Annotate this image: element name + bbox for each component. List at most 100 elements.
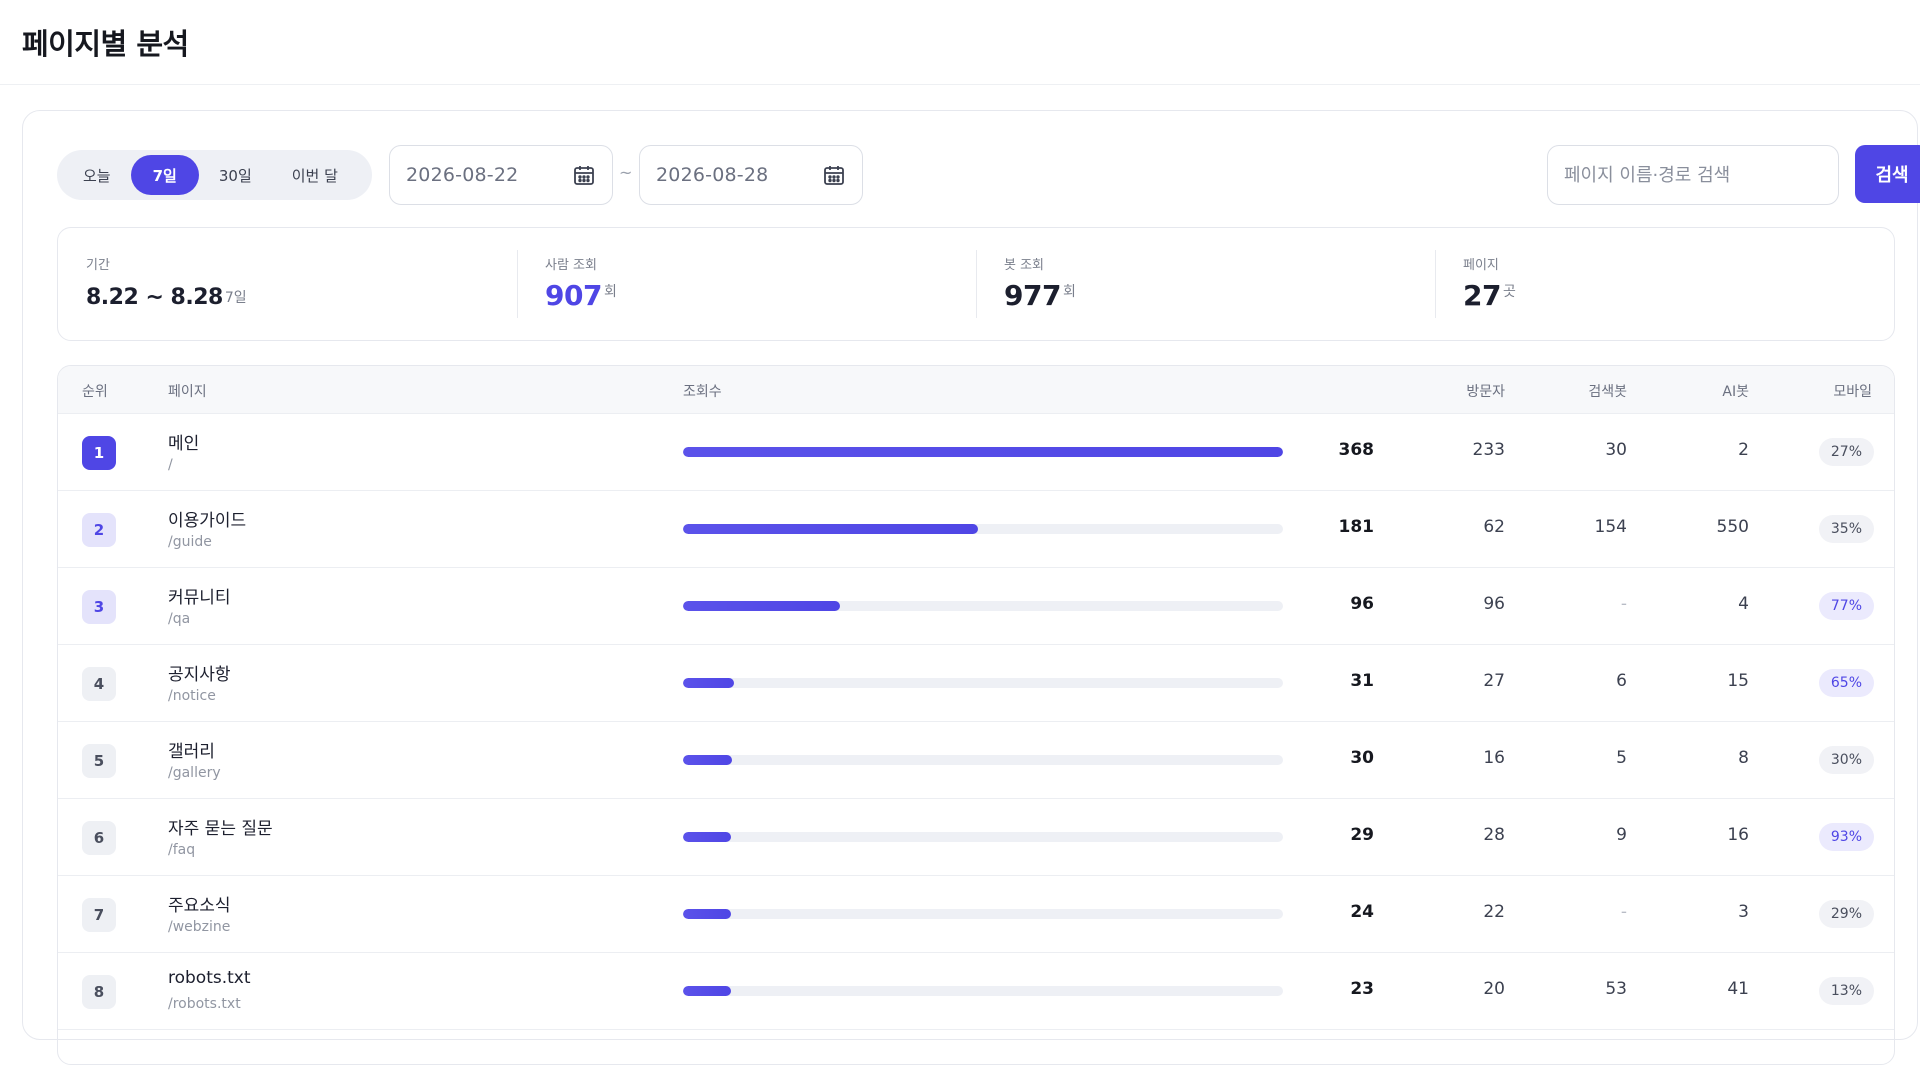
table-row[interactable]: 4 공지사항/notice 31 27 6 15 65%	[58, 645, 1894, 722]
stat-human-views: 사람 조회 907 회	[517, 228, 976, 340]
search-bot-count: 5	[1616, 748, 1627, 768]
page-name[interactable]: 자주 묻는 질문	[168, 814, 273, 839]
table-row[interactable]: 7 주요소식/webzine 24 22 - 3 29%	[58, 876, 1894, 953]
views-bar	[683, 601, 1283, 611]
table-row[interactable]: 3 커뮤니티/qa 96 96 - 4 77%	[58, 568, 1894, 645]
views-bar	[683, 447, 1283, 457]
mobile-ratio-badge: 13%	[1818, 977, 1874, 1005]
page-name[interactable]: 메인	[168, 429, 199, 454]
column-views[interactable]: 조회수	[683, 381, 722, 401]
views-bar-fill	[683, 524, 979, 534]
page-path: /robots.txt	[168, 996, 241, 1012]
mobile-ratio-badge: 77%	[1818, 592, 1874, 620]
search-bot-count: 154	[1594, 517, 1627, 537]
page-path: /faq	[168, 842, 196, 858]
ai-bot-count: 15	[1727, 671, 1749, 691]
period-option[interactable]: 7일	[130, 155, 199, 195]
column-page[interactable]: 페이지	[168, 381, 207, 401]
views-count: 29	[1350, 825, 1374, 845]
mobile-ratio-badge: 27%	[1818, 438, 1874, 466]
stat-period: 기간 8.22 ~ 8.28 7일	[58, 228, 517, 340]
views-count: 31	[1350, 671, 1374, 691]
page-header: 페이지별 분석	[0, 0, 1920, 85]
page-name[interactable]: robots.txt	[168, 968, 251, 988]
column-rank[interactable]: 순위	[82, 381, 108, 401]
ai-bot-count: 16	[1727, 825, 1749, 845]
stat-pages: 페이지 27 곳	[1435, 228, 1894, 340]
rank-badge: 1	[82, 436, 116, 470]
visitors-count: 62	[1483, 517, 1505, 537]
stat-unit: 7일	[224, 290, 247, 306]
page-title: 페이지별 분석	[22, 27, 189, 61]
table-row[interactable]: 1 메인 / 368 233 30 2 27%	[58, 414, 1894, 491]
date-range-separator: ~	[619, 163, 633, 182]
period-selector: 오늘 7일 30일 이번 달	[57, 150, 372, 200]
rank-badge: 2	[82, 513, 116, 547]
table-body: 1 메인/368 233 30 2 27% 2 이용가이드/guide 181 62 154 550 3…	[58, 414, 1894, 1030]
rank-badge: 5	[82, 744, 116, 778]
visitors-count: 22	[1483, 902, 1505, 922]
search-button[interactable]: 검색	[1855, 145, 1920, 203]
column-mobile[interactable]: 모바일	[1833, 381, 1872, 401]
summary-stats: 기간 8.22 ~ 8.28 7일 사람 조회 907 회 봇 조회 977 회…	[57, 227, 1895, 341]
views-count: 23	[1350, 979, 1374, 999]
page-name[interactable]: 이용가이드	[168, 506, 246, 531]
views-bar	[683, 832, 1283, 842]
rank-badge: 6	[82, 821, 116, 855]
page-path: /guide	[168, 534, 212, 550]
search-bot-count: 53	[1605, 979, 1627, 999]
table-row[interactable]: 2 이용가이드/guide 181 62 154 550 35%	[58, 491, 1894, 568]
rank-badge: 7	[82, 898, 116, 932]
period-option[interactable]: 오늘	[63, 155, 131, 195]
page-name[interactable]: 커뮤니티	[168, 583, 231, 608]
column-search-bot[interactable]: 검색봇	[1588, 381, 1627, 401]
period-option[interactable]: 이번 달	[272, 155, 358, 195]
calendar-icon[interactable]	[822, 163, 846, 187]
analytics-card: 오늘 7일 30일 이번 달 2026-08-22 ~ 2026-08-28 페…	[22, 110, 1920, 1065]
column-ai-bot[interactable]: AI봇	[1722, 381, 1749, 401]
stat-value: 907	[545, 279, 602, 312]
date-to-value: 2026-08-28	[656, 164, 769, 186]
mobile-ratio-badge: 29%	[1818, 900, 1874, 928]
ai-bot-count: 2	[1738, 440, 1749, 460]
page-name[interactable]: 공지사항	[168, 660, 231, 685]
page-path: /qa	[168, 611, 191, 627]
date-to-field[interactable]: 2026-08-28	[639, 145, 863, 205]
page-search-input[interactable]	[1547, 145, 1839, 205]
calendar-icon[interactable]	[572, 163, 596, 187]
search-bot-count: 6	[1616, 671, 1627, 691]
date-from-field[interactable]: 2026-08-22	[389, 145, 613, 205]
ai-bot-count: 3	[1738, 902, 1749, 922]
views-bar-fill	[683, 832, 731, 842]
page-name[interactable]: 주요소식	[168, 891, 231, 916]
views-bar	[683, 755, 1283, 765]
views-bar-fill	[683, 986, 731, 996]
ai-bot-count: 41	[1727, 979, 1749, 999]
stat-unit: 회	[603, 284, 617, 300]
views-bar-fill	[683, 601, 840, 611]
views-count: 181	[1338, 517, 1375, 537]
table-row[interactable]: 8 robots.txt/robots.txt 23 20 53 41 13%	[58, 953, 1894, 1030]
column-visitors[interactable]: 방문자	[1466, 381, 1505, 401]
page-name[interactable]: 갤러리	[168, 737, 215, 762]
mobile-ratio-badge: 35%	[1818, 515, 1874, 543]
table-row[interactable]: 5 갤러리/gallery 30 16 5 8 30%	[58, 722, 1894, 799]
date-from-value: 2026-08-22	[406, 164, 519, 186]
visitors-count: 20	[1483, 979, 1505, 999]
search-bot-count: -	[1620, 902, 1627, 922]
page-path: /gallery	[168, 765, 221, 781]
search-bot-count: 30	[1605, 440, 1627, 460]
views-count: 30	[1350, 748, 1374, 768]
mobile-ratio-badge: 30%	[1818, 746, 1874, 774]
views-bar-fill	[683, 447, 1283, 457]
rank-badge: 8	[82, 975, 116, 1009]
stat-value: 977	[1004, 279, 1061, 312]
table-row[interactable]: 6 자주 묻는 질문/faq 29 28 9 16 93%	[58, 799, 1894, 876]
search-bot-count: -	[1620, 594, 1627, 614]
period-option[interactable]: 30일	[199, 155, 272, 195]
visitors-count: 16	[1483, 748, 1505, 768]
stat-label: 봇 조회	[1004, 258, 1045, 273]
visitors-count: 27	[1483, 671, 1505, 691]
stat-unit: 회	[1062, 284, 1076, 300]
pages-table: 순위 페이지 조회수 방문자 검색봇 AI봇 모바일 1 메인/368 233 30 2…	[57, 365, 1895, 1065]
